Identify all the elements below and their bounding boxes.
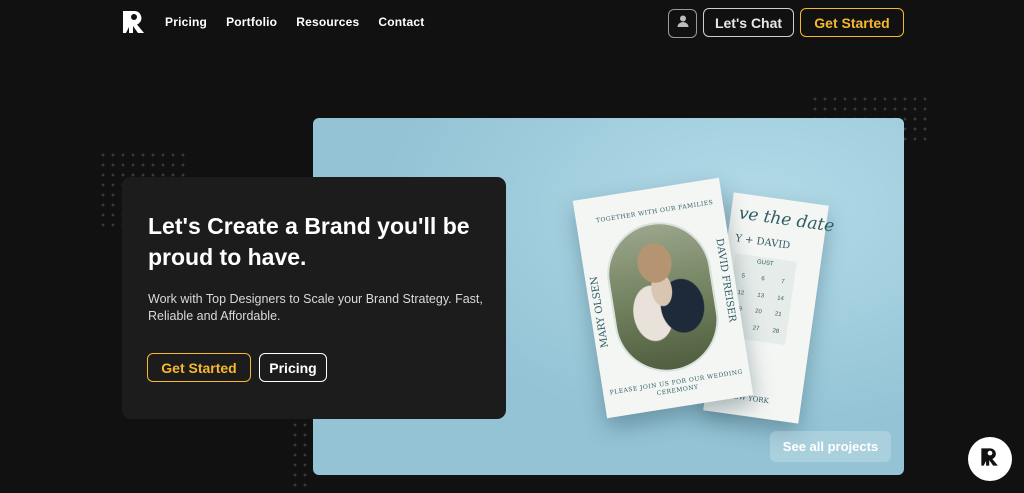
calendar-day-heart: 13 <box>756 292 765 300</box>
save-the-date-names: Y + DAVID <box>734 233 791 252</box>
account-button[interactable] <box>668 9 697 38</box>
hero-panel: Let's Create a Brand you'll be proud to … <box>122 177 506 419</box>
calendar-day: 5 <box>741 273 746 281</box>
hero-pricing-button[interactable]: Pricing <box>259 353 327 382</box>
photo-detail <box>634 240 675 286</box>
user-icon <box>676 14 690 33</box>
dot-grid-bottom <box>290 420 310 490</box>
save-the-date-title: ve the date <box>737 203 836 237</box>
calendar-day: 14 <box>776 295 785 303</box>
see-all-projects-button[interactable]: See all projects <box>770 431 891 462</box>
hero-get-started-button[interactable]: Get Started <box>147 353 251 382</box>
main-nav: Pricing Portfolio Resources Contact <box>165 15 424 29</box>
calendar-day: 6 <box>760 276 765 283</box>
invitation-top-line: TOGETHER WITH OUR FAMILIES <box>595 199 714 225</box>
brand-logo-chat-icon <box>979 446 1001 473</box>
calendar-day: 21 <box>774 311 782 319</box>
lets-chat-button[interactable]: Let's Chat <box>703 8 794 37</box>
nav-resources[interactable]: Resources <box>296 15 359 29</box>
calendar-day: 28 <box>772 327 780 335</box>
floating-chat-button[interactable] <box>968 437 1012 481</box>
nav-pricing[interactable]: Pricing <box>165 15 207 29</box>
header-get-started-button[interactable]: Get Started <box>800 8 904 37</box>
calendar-day: 7 <box>780 279 785 286</box>
nav-contact[interactable]: Contact <box>378 15 424 29</box>
hero-title: Let's Create a Brand you'll be proud to … <box>148 213 470 270</box>
calendar-day: 27 <box>752 324 760 332</box>
brand-logo[interactable] <box>120 9 148 35</box>
couple-photo <box>599 214 726 380</box>
calendar-day: 20 <box>754 308 763 316</box>
hero-subtitle: Work with Top Designers to Scale your Br… <box>148 292 483 323</box>
nav-portfolio[interactable]: Portfolio <box>226 15 277 29</box>
